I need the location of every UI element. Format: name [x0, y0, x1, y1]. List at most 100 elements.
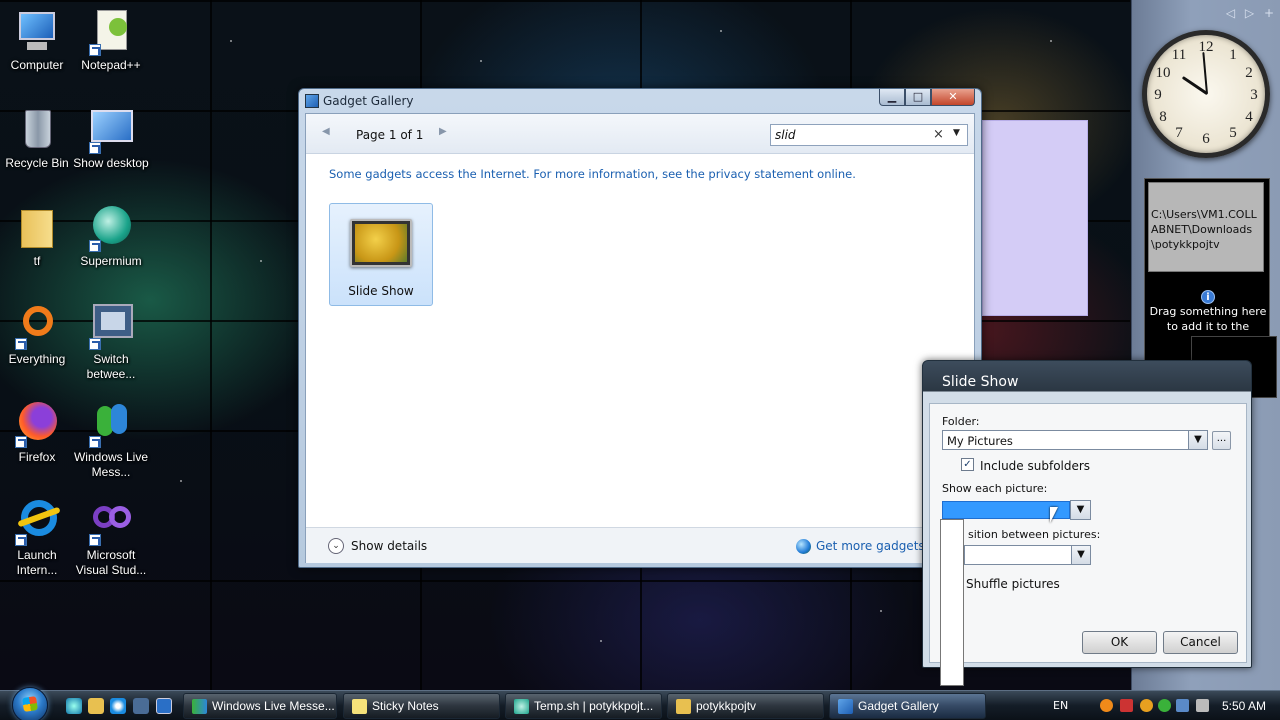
everything-icon: [13, 302, 61, 350]
sidebar-controls: ◁ ▷ +: [1220, 6, 1274, 20]
gallery-content: ◀ Page 1 of 1 ▶ × ▼ Some gadgets access …: [305, 113, 975, 563]
globe-icon: [796, 539, 811, 554]
desktop-icon-show-desktop[interactable]: Show desktop: [71, 106, 151, 171]
desktop-icon-label: Firefox: [18, 450, 56, 464]
cancel-button[interactable]: Cancel: [1163, 631, 1238, 654]
desktop-icon-everything[interactable]: Everything: [0, 302, 77, 367]
info-icon: i: [1201, 290, 1215, 304]
close-button[interactable]: ✕: [931, 89, 975, 106]
language-indicator[interactable]: EN: [1053, 699, 1068, 712]
clock-number: 9: [1154, 87, 1162, 103]
desktop-icon-label: Everything: [8, 352, 66, 366]
previous-page-icon[interactable]: ◀: [322, 126, 330, 137]
internet-explorer-icon: [13, 498, 61, 546]
volume-muted-tray-icon[interactable]: [1196, 699, 1209, 712]
sidebar-add-icon[interactable]: +: [1264, 6, 1274, 20]
app-tray-icon[interactable]: [1120, 699, 1133, 712]
slideshow-thumbnail-icon: [350, 219, 412, 267]
wallpaper-star: [880, 610, 882, 612]
shortcut-arrow-icon: [15, 338, 27, 350]
taskbar: Windows Live Messe... Sticky Notes Temp.…: [0, 687, 1280, 720]
ok-button[interactable]: OK: [1082, 631, 1157, 654]
wallpaper-star: [230, 40, 232, 42]
notepadpp-icon: [87, 8, 135, 56]
desktop-icon-label: Launch Intern...: [16, 548, 58, 577]
supermium-quicklaunch-icon[interactable]: [66, 698, 82, 714]
show-each-dropdown-list[interactable]: [940, 519, 964, 686]
wallpaper-star: [1050, 40, 1052, 42]
dialog-title: Slide Show: [942, 374, 1019, 390]
desktop-icon-firefox[interactable]: Firefox: [0, 400, 77, 465]
folder-quicklaunch-icon[interactable]: [88, 698, 104, 714]
taskbar-button-gadget-gallery[interactable]: Gadget Gallery: [829, 693, 986, 719]
next-page-icon[interactable]: ▶: [439, 126, 447, 137]
desktop-icon-windows-live-messenger[interactable]: Windows Live Mess...: [71, 400, 151, 480]
slideshow-settings-dialog: Slide Show Folder: My Pictures ▼ ... ✓ I…: [922, 360, 1252, 668]
sidebar-prev-icon[interactable]: ◁: [1226, 6, 1235, 20]
slideshow-gadget[interactable]: C:\Users\VM1.COLLABNET\Downloads\potykkp…: [1144, 178, 1270, 362]
computer-icon: [13, 8, 61, 56]
folder-select[interactable]: My Pictures ▼: [942, 430, 1208, 450]
taskbar-button-folder[interactable]: potykkpojtv: [667, 693, 824, 719]
switch-windows-icon: [87, 302, 135, 350]
desktop-icon-recycle-bin[interactable]: Recycle Bin: [0, 106, 77, 171]
taskbar-clock[interactable]: 5:50 AM: [1222, 699, 1266, 713]
desktop-icon-label: tf: [33, 254, 41, 268]
show-each-label: Show each picture:: [942, 482, 1048, 495]
desktop-icon-internet-explorer[interactable]: Launch Intern...: [0, 498, 77, 578]
network-tray-icon[interactable]: [1176, 699, 1189, 712]
clock-number: 10: [1155, 65, 1171, 81]
desktop-icon-tf[interactable]: tf: [0, 204, 77, 269]
taskbar-button-messenger[interactable]: Windows Live Messe...: [183, 693, 337, 719]
start-button[interactable]: [12, 687, 48, 720]
switch-windows-quicklaunch-icon[interactable]: [133, 698, 149, 714]
search-tray-icon[interactable]: [1100, 699, 1113, 712]
taskbar-button-label: Windows Live Messe...: [212, 699, 335, 713]
sidebar-next-icon[interactable]: ▷: [1245, 6, 1254, 20]
chevron-down-icon[interactable]: ⌄: [328, 538, 344, 554]
show-each-dropdown-button[interactable]: ▼: [1070, 500, 1091, 520]
shuffle-label: Shuffle pictures: [966, 577, 1060, 591]
show-desktop-quicklaunch-icon[interactable]: [156, 698, 172, 714]
transition-select[interactable]: ▼: [964, 545, 1091, 565]
search-input[interactable]: [775, 128, 925, 142]
desktop-icon-supermium[interactable]: Supermium: [71, 204, 151, 269]
desktop-icon-notepadpp[interactable]: Notepad++: [71, 8, 151, 73]
minimize-button[interactable]: ▁: [879, 89, 905, 106]
clock-number: 5: [1229, 125, 1237, 141]
privacy-statement-link[interactable]: Some gadgets access the Internet. For mo…: [329, 167, 856, 181]
maximize-button[interactable]: □: [905, 89, 931, 106]
chevron-down-icon[interactable]: ▼: [1188, 431, 1207, 449]
clock-number: 3: [1250, 87, 1258, 103]
clear-search-icon[interactable]: ×: [933, 127, 944, 142]
wallpaper-grid-line: [210, 0, 212, 690]
taskbar-button-temp-sh[interactable]: Temp.sh | potykkpojt...: [505, 693, 662, 719]
taskbar-button-sticky-notes[interactable]: Sticky Notes: [343, 693, 500, 719]
browse-folder-button[interactable]: ...: [1212, 431, 1231, 450]
search-box[interactable]: × ▼: [770, 124, 968, 146]
get-more-gadgets-link[interactable]: Get more gadgets o: [816, 539, 936, 553]
desktop-icon-computer[interactable]: Computer: [0, 8, 77, 73]
show-details-toggle[interactable]: Show details: [351, 539, 427, 553]
clock-number: 4: [1245, 109, 1253, 125]
slideshow-hint-text: Drag something here to add it to the: [1149, 305, 1267, 333]
chevron-down-icon[interactable]: ▼: [1071, 501, 1090, 519]
desktop-icon-switch-between[interactable]: Switch betwee...: [71, 302, 151, 382]
window-title: Gadget Gallery: [323, 94, 414, 108]
desktop-icon-visual-studio[interactable]: Microsoft Visual Stud...: [71, 498, 151, 578]
clock-gadget[interactable]: 12 1 2 3 4 5 6 7 8 9 10 11: [1142, 30, 1270, 158]
shortcut-arrow-icon: [89, 534, 101, 546]
sticky-note-gadget[interactable]: [982, 120, 1088, 316]
internet-explorer-quicklaunch-icon[interactable]: [110, 698, 126, 714]
desktop-icon-label: Supermium: [80, 254, 142, 268]
gadget-tile-slide-show[interactable]: Slide Show: [329, 203, 433, 306]
mouse-cursor-icon: [1050, 507, 1063, 523]
recycle-bin-icon: [13, 106, 61, 154]
search-dropdown-icon[interactable]: ▼: [953, 128, 960, 138]
messenger-tray-icon[interactable]: [1158, 699, 1171, 712]
app-tray-icon[interactable]: [1140, 699, 1153, 712]
include-subfolders-checkbox[interactable]: ✓: [961, 458, 974, 471]
chevron-down-icon[interactable]: ▼: [1071, 546, 1090, 564]
clock-number: 12: [1198, 39, 1214, 55]
supermium-icon: [87, 204, 135, 252]
